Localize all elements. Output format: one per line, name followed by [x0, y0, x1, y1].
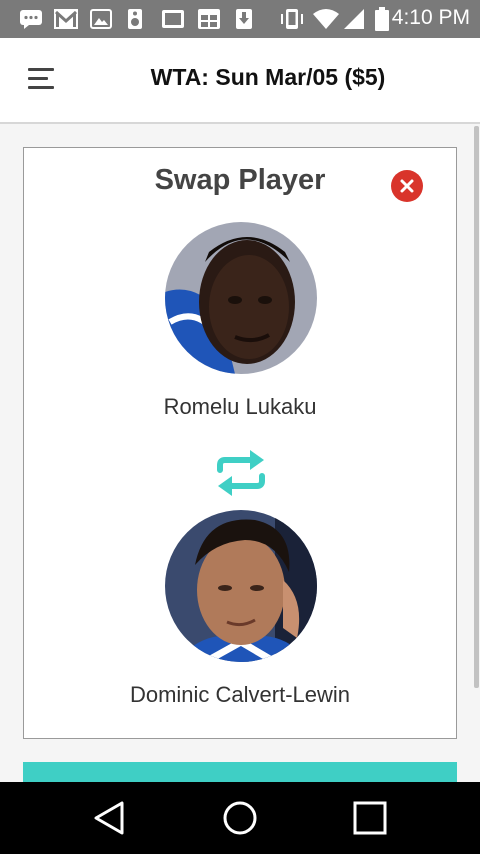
download-icon [234, 7, 254, 31]
swap-arrows-icon[interactable] [214, 448, 268, 498]
scrollbar[interactable] [474, 126, 479, 688]
calendar-icon [196, 7, 222, 31]
player-out-name: Romelu Lukaku [163, 394, 317, 419]
app-bar: WTA: Sun Mar/05 ($5) [0, 38, 480, 124]
page-title: WTA: Sun Mar/05 ($5) [150, 64, 386, 90]
battery-icon [374, 7, 390, 31]
navigation-bar [0, 782, 480, 854]
status-time: 4:10 PM [391, 6, 470, 29]
signal-icon [342, 7, 366, 31]
speaker-icon [126, 7, 144, 31]
swap-player-card: Swap Player Romelu Lukaku Dominic Calver… [23, 147, 457, 739]
back-icon[interactable] [90, 800, 130, 836]
close-icon [400, 179, 414, 193]
player-in-avatar [165, 510, 317, 662]
close-button[interactable] [391, 170, 423, 202]
wifi-icon [312, 7, 340, 31]
image-icon [90, 7, 112, 31]
home-icon[interactable] [220, 800, 260, 836]
message-icon [18, 7, 44, 31]
vibrate-icon [278, 7, 306, 31]
player-in-name: Dominic Calvert-Lewin [129, 682, 351, 707]
gmail-icon [52, 7, 80, 31]
screen-icon [160, 7, 186, 31]
player-out-avatar [165, 222, 317, 374]
confirm-swap-button[interactable] [23, 762, 457, 784]
recents-icon[interactable] [350, 800, 390, 836]
status-bar: 4:10 PM [0, 0, 480, 38]
